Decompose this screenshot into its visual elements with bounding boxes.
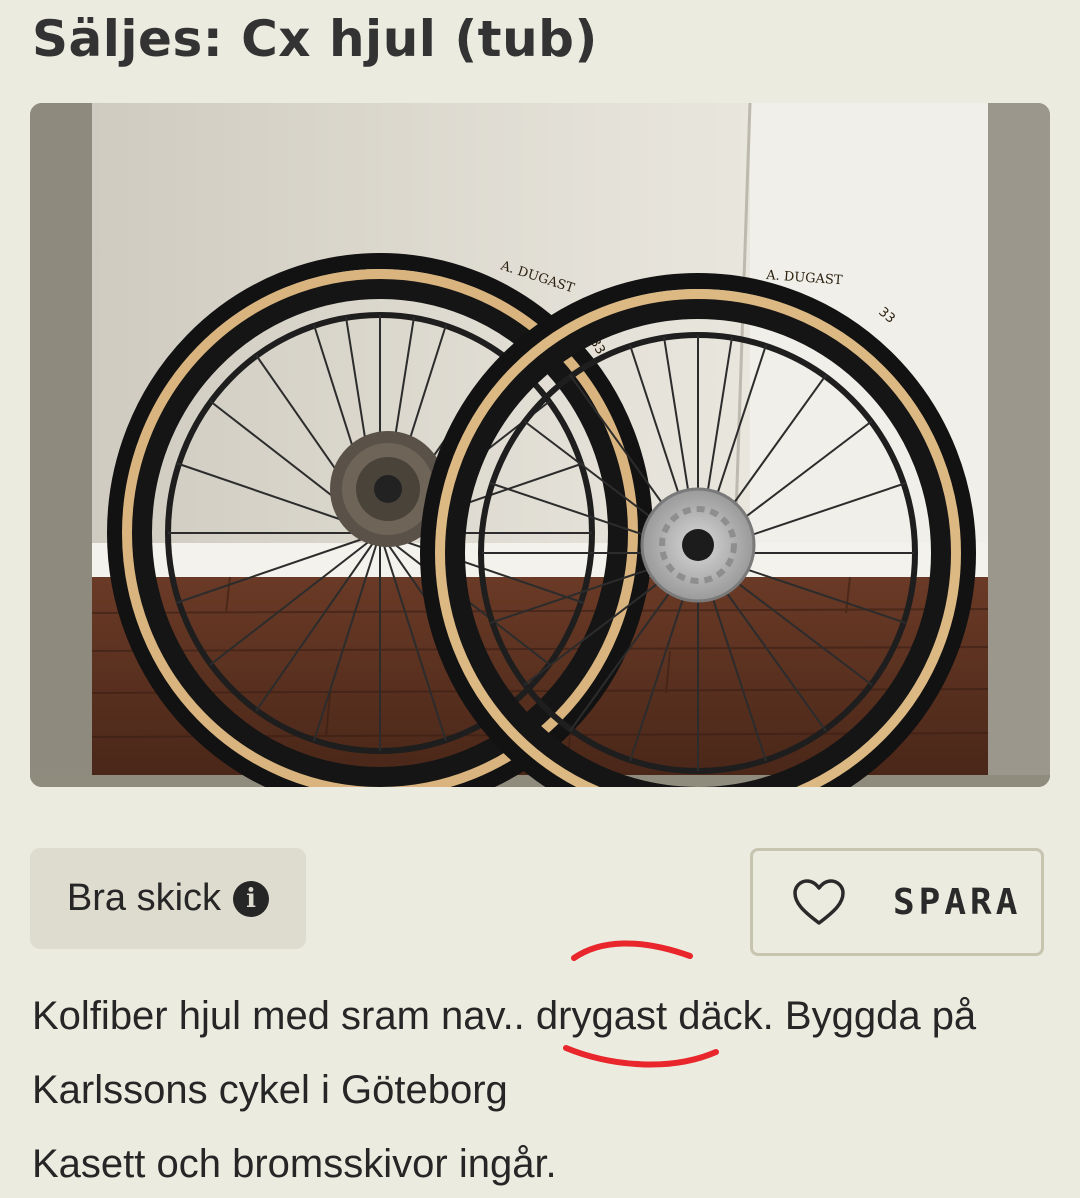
listing-title: Säljes: Cx hjul (tub) bbox=[32, 10, 598, 68]
listing-photo[interactable]: A. DUGAST 33 A. DUGAST 33 bbox=[30, 103, 1050, 787]
heart-icon bbox=[793, 879, 845, 925]
save-button[interactable]: SPARA bbox=[750, 848, 1044, 956]
info-icon[interactable]: i bbox=[233, 880, 270, 917]
save-label: SPARA bbox=[893, 881, 1022, 923]
description-line-2: Karlssons cykel i Göteborg bbox=[32, 1068, 508, 1112]
description-line-3: Kasett och bromsskivor ingår. bbox=[32, 1142, 557, 1186]
condition-badge[interactable]: Bra skick i bbox=[30, 848, 306, 949]
description-line-1: Kolfiber hjul med sram nav.. drygast däc… bbox=[32, 994, 977, 1038]
condition-label: Bra skick bbox=[66, 877, 222, 919]
